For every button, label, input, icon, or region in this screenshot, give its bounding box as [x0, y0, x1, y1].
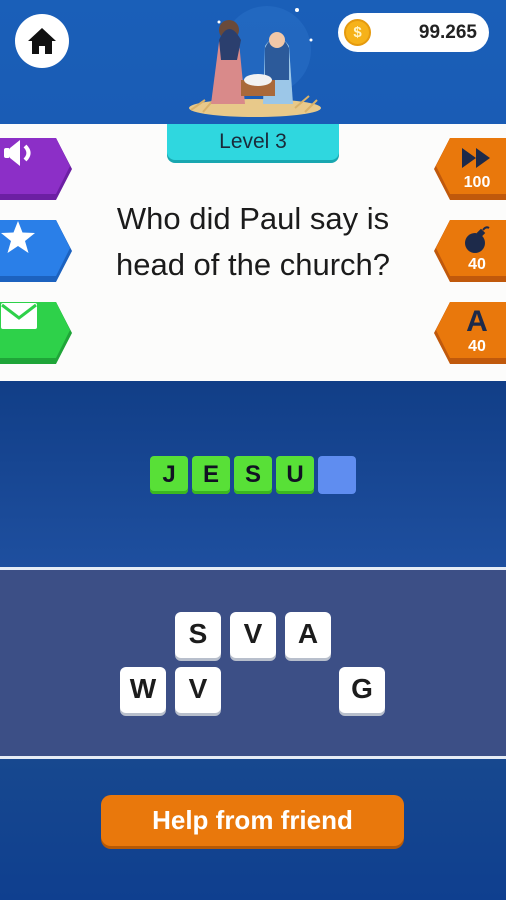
coin-icon: $	[344, 19, 371, 46]
speaker-icon	[0, 138, 60, 194]
letter-tiles-area	[0, 570, 506, 756]
skip-hint-cost: 100	[463, 174, 491, 191]
rate-button[interactable]	[0, 220, 72, 282]
letter-tile[interactable]: V	[175, 667, 221, 713]
reveal-letter-icon: A	[466, 305, 488, 338]
home-button[interactable]	[15, 14, 69, 68]
answer-slot-empty[interactable]	[318, 456, 356, 494]
reveal-letter-hint-button[interactable]: A 40	[434, 302, 506, 364]
skip-hint-button[interactable]: 100	[434, 138, 506, 200]
reveal-hint-cost: 40	[468, 338, 486, 355]
bomb-hint-cost: 40	[468, 256, 486, 273]
bomb-icon	[448, 224, 506, 256]
letter-tile[interactable]: V	[230, 612, 276, 658]
coin-amount: 99.265	[418, 22, 477, 43]
nativity-illustration	[189, 6, 321, 117]
sound-button[interactable]	[0, 138, 72, 200]
letter-tile[interactable]: G	[339, 667, 385, 713]
home-icon	[28, 28, 56, 54]
share-button[interactable]	[0, 302, 72, 364]
letter-tile[interactable]: W	[120, 667, 166, 713]
fast-forward-icon	[448, 142, 506, 174]
answer-slot[interactable]: J	[150, 456, 188, 494]
coin-balance: $ 99.265	[338, 13, 489, 52]
question-text: Who did Paul say is head of the church?	[115, 201, 391, 282]
bomb-hint-button[interactable]: 40	[434, 220, 506, 282]
letter-tile[interactable]: A	[285, 612, 331, 658]
answer-slot[interactable]: E	[192, 456, 230, 494]
answer-slot[interactable]: S	[234, 456, 272, 494]
level-badge: Level 3	[167, 124, 339, 160]
letter-tile[interactable]: S	[175, 612, 221, 658]
mail-icon	[0, 302, 60, 358]
star-icon	[0, 220, 60, 276]
help-from-friend-button[interactable]: Help from friend	[101, 795, 404, 846]
answer-slot[interactable]: U	[276, 456, 314, 494]
